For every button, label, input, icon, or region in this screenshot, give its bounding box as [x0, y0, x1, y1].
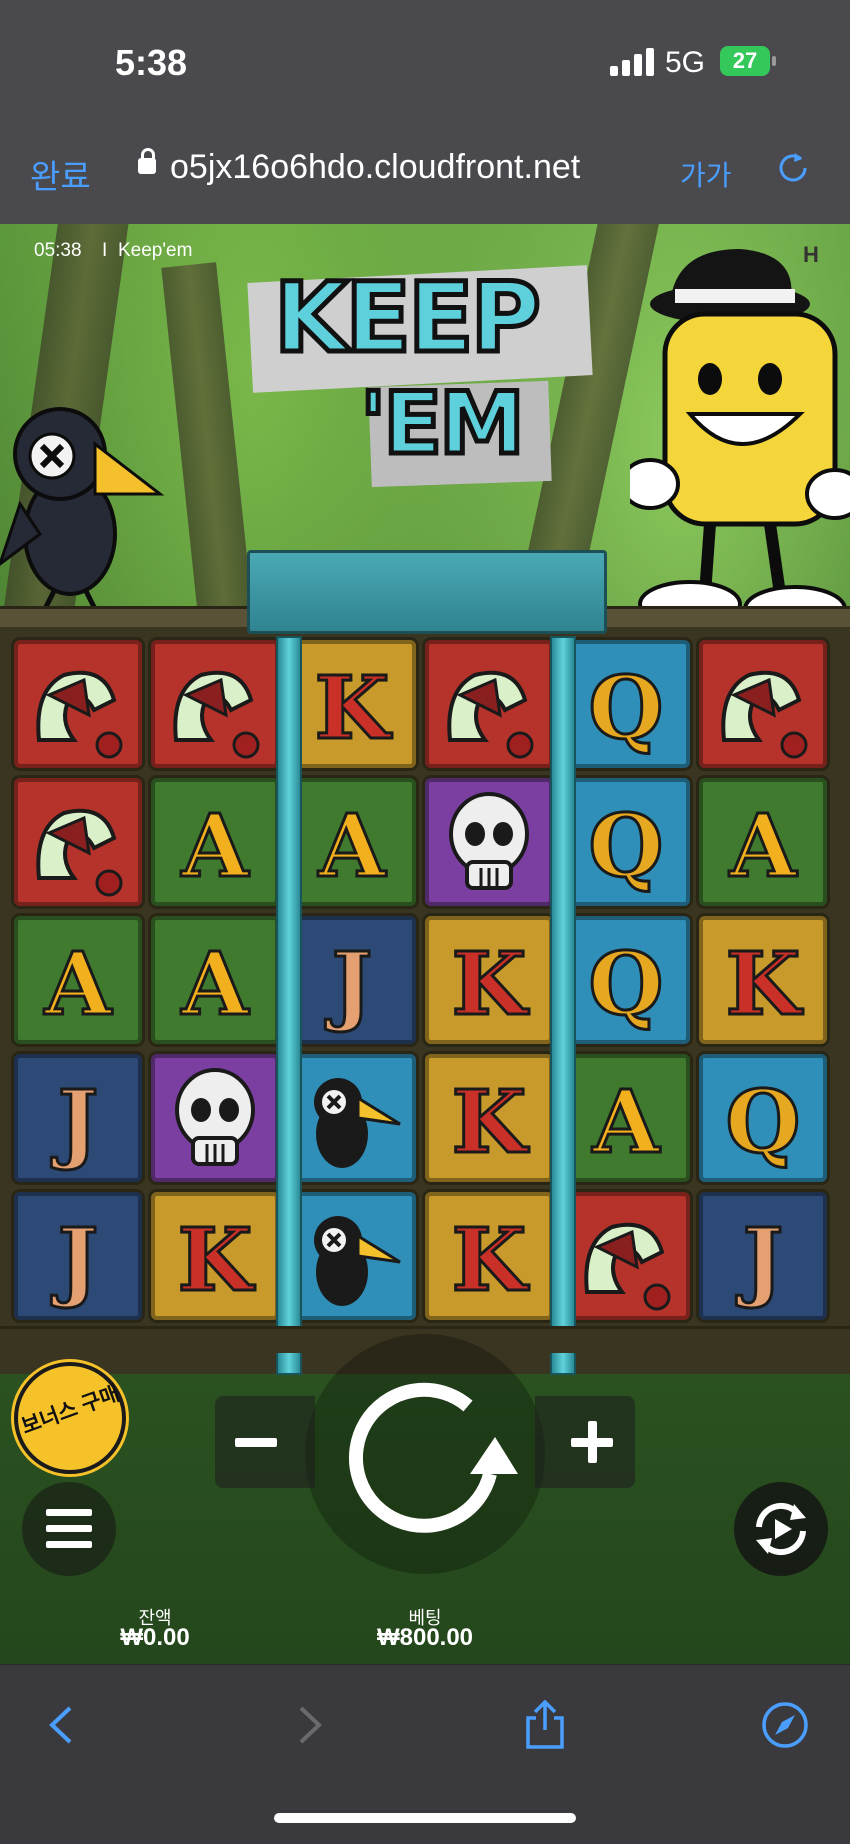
- reel-symbol: J: [288, 916, 416, 1044]
- symbol-letter: A: [318, 796, 387, 897]
- reel-symbol: A: [14, 916, 142, 1044]
- symbol-letter: K: [315, 658, 393, 759]
- snake-icon: [447, 670, 534, 759]
- game-header-separator: I: [102, 240, 108, 261]
- reel-symbol: [425, 778, 553, 906]
- reel-symbol: J: [699, 1192, 827, 1320]
- symbol-letter: K: [452, 1210, 530, 1311]
- reel-symbol: J: [14, 1054, 142, 1182]
- chevron-right-icon[interactable]: [283, 1700, 333, 1750]
- symbol-letter: A: [592, 1072, 661, 1173]
- symbol-letter: Q: [726, 1072, 801, 1173]
- snake-icon: [721, 670, 808, 759]
- menu-button[interactable]: [22, 1482, 116, 1576]
- reel-symbol: K: [288, 640, 416, 768]
- reel-symbol: [288, 1054, 416, 1182]
- crow-icon: [314, 1078, 401, 1168]
- reel-symbol: K: [425, 1192, 553, 1320]
- compass-icon[interactable]: [760, 1700, 810, 1750]
- game-title: Keep'em: [118, 240, 193, 261]
- symbol-letter: A: [729, 796, 798, 897]
- share-icon[interactable]: [520, 1700, 570, 1750]
- increase-bet-button[interactable]: [535, 1396, 635, 1488]
- done-button[interactable]: 완료: [30, 150, 91, 198]
- crow-icon: [314, 1216, 401, 1306]
- symbol-letter: Q: [589, 658, 664, 759]
- lock-icon: [138, 148, 156, 174]
- logo-line-2: 'EM: [358, 372, 528, 477]
- battery-icon: 27: [720, 46, 776, 76]
- reel-symbol: [151, 1054, 279, 1182]
- status-bar: 5:38 5G 27: [0, 0, 850, 120]
- skull-icon: [449, 792, 529, 890]
- mascot-character: [630, 249, 850, 633]
- reel-symbol: Q: [699, 1054, 827, 1182]
- chevron-left-icon[interactable]: [38, 1700, 88, 1750]
- snake-icon: [36, 670, 123, 759]
- reel-pillar-left: [276, 636, 302, 1375]
- bonus-buy-button[interactable]: 보너스 구매: [14, 1362, 126, 1474]
- symbol-letter: K: [178, 1210, 256, 1311]
- symbol-letter: K: [726, 934, 804, 1035]
- snake-icon: [36, 808, 123, 897]
- game-logo: KEEP 'EM: [247, 244, 593, 494]
- reel-symbol: [14, 778, 142, 906]
- symbol-letter: A: [181, 796, 250, 897]
- cell-signal-icon: [610, 48, 656, 76]
- reel-symbol: Q: [562, 778, 690, 906]
- network-type: 5G: [665, 46, 706, 79]
- logo-line-1: KEEP: [272, 260, 544, 377]
- crow-character: [0, 407, 165, 611]
- symbol-letter: A: [181, 934, 250, 1035]
- decrease-bet-button[interactable]: [215, 1396, 315, 1488]
- reel-symbol: [151, 640, 279, 768]
- snake-icon: [584, 1222, 671, 1311]
- reel-symbol: A: [151, 778, 279, 906]
- home-indicator[interactable]: [274, 1813, 576, 1823]
- autoplay-button[interactable]: [734, 1482, 828, 1576]
- symbol-letter: K: [452, 1072, 530, 1173]
- url-field[interactable]: o5jx16o6hdo.cloudfront.net: [170, 148, 580, 187]
- symbol-letter: Q: [589, 934, 664, 1035]
- reel-symbol: K: [151, 1192, 279, 1320]
- reel-symbol: A: [288, 778, 416, 906]
- symbol-letter: J: [51, 1210, 99, 1311]
- reload-icon[interactable]: [775, 150, 811, 186]
- skull-icon: [175, 1068, 255, 1166]
- reel-symbol: [288, 1192, 416, 1320]
- symbol-letter: A: [44, 934, 113, 1035]
- reel-symbol: K: [699, 916, 827, 1044]
- reel-symbol: K: [425, 916, 553, 1044]
- reel-pillar-right: [550, 636, 576, 1375]
- reel-symbol: Q: [562, 640, 690, 768]
- balance-value: ₩0.00: [120, 1624, 190, 1651]
- reel-symbol: [562, 1192, 690, 1320]
- reel-sign: [247, 550, 607, 634]
- snake-icon: [173, 670, 260, 759]
- bonus-buy-label: 보너스 구매: [18, 1382, 123, 1439]
- symbol-letter: J: [736, 1210, 784, 1311]
- reel-symbol: [14, 640, 142, 768]
- bet-value: ₩800.00: [376, 1624, 474, 1651]
- symbol-letter: Q: [589, 796, 664, 897]
- symbol-letter: J: [325, 934, 373, 1035]
- game-clock: 05:38: [34, 240, 82, 261]
- symbol-letter: K: [452, 934, 530, 1035]
- spin-button[interactable]: [320, 1349, 530, 1559]
- reel-symbol: A: [151, 916, 279, 1044]
- reel-symbol: A: [562, 1054, 690, 1182]
- game-canvas[interactable]: 05:38 I Keep'em H KEEP 'EM AJJAAKKAJKKKQ…: [0, 224, 850, 1664]
- reel-grid: AJJAAKKAJKKKQQQAAKQJ: [14, 640, 838, 1328]
- reel-symbol: K: [425, 1054, 553, 1182]
- reel-symbol: [425, 640, 553, 768]
- symbol-letter: J: [51, 1072, 99, 1173]
- reel-symbol: Q: [562, 916, 690, 1044]
- reel-symbol: A: [699, 778, 827, 906]
- reel-symbol: J: [14, 1192, 142, 1320]
- reel-symbol: [699, 640, 827, 768]
- status-time: 5:38: [115, 42, 188, 83]
- text-size-button[interactable]: 가가: [680, 154, 732, 194]
